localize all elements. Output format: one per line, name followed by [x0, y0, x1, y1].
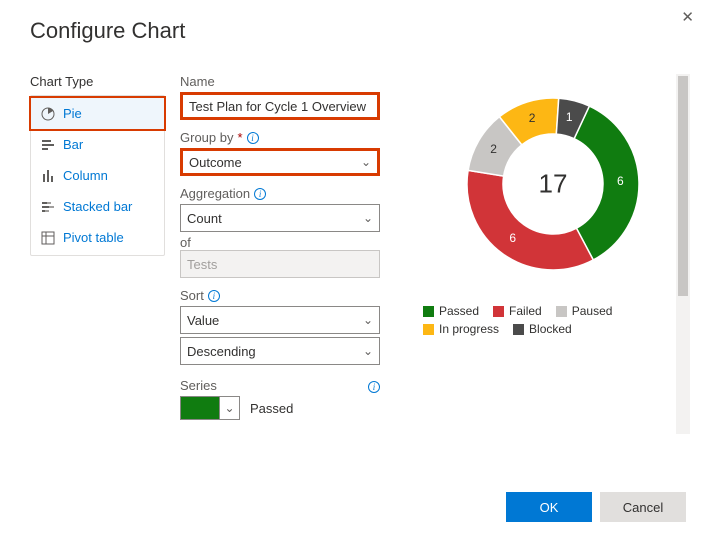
chart-type-pie[interactable]: Pie	[29, 96, 166, 131]
chevron-down-icon: ⌄	[363, 313, 373, 327]
legend-item: Paused	[556, 304, 613, 318]
groupby-label: Group by*i	[180, 130, 400, 145]
legend-swatch	[423, 324, 434, 335]
aggregation-label: Aggregationi	[180, 186, 400, 201]
chart-type-label-stacked: Stacked bar	[63, 199, 132, 214]
stacked-bar-icon	[41, 200, 55, 214]
pie-icon	[41, 107, 55, 121]
name-input[interactable]	[180, 92, 380, 120]
legend-item: In progress	[423, 322, 499, 336]
chart-type-pivot-table[interactable]: Pivot table	[31, 222, 164, 253]
chevron-down-icon: ⌄	[363, 211, 373, 225]
ok-button[interactable]: OK	[506, 492, 592, 522]
legend-label: In progress	[439, 322, 499, 336]
chart-type-bar[interactable]: Bar	[31, 129, 164, 160]
legend-swatch	[423, 306, 434, 317]
chevron-down-icon: ⌄	[219, 397, 239, 419]
info-icon[interactable]: i	[247, 132, 259, 144]
slice-value-label: 6	[509, 231, 516, 245]
color-swatch	[181, 397, 219, 419]
column-icon	[41, 169, 55, 183]
chart-preview: 17 6 6 2 2 1	[453, 84, 653, 284]
chart-type-list: Pie Bar Column	[30, 95, 165, 256]
legend-swatch	[513, 324, 524, 335]
pivot-table-icon	[41, 231, 55, 245]
chart-type-label-pie: Pie	[63, 106, 82, 121]
series-color-select[interactable]: ⌄	[180, 396, 240, 420]
info-icon[interactable]: i	[208, 290, 220, 302]
info-icon[interactable]: i	[368, 381, 380, 393]
series-label: Series	[180, 378, 217, 393]
aggregation-select[interactable]: Count⌄	[180, 204, 380, 232]
legend-swatch	[556, 306, 567, 317]
legend-item: Blocked	[513, 322, 572, 336]
legend-label: Passed	[439, 304, 479, 318]
chart-type-label-bar: Bar	[63, 137, 83, 152]
slice-value-label: 2	[529, 111, 536, 125]
chevron-down-icon: ⌄	[363, 344, 373, 358]
sort-field-select[interactable]: Value⌄	[180, 306, 380, 334]
groupby-select[interactable]: Outcome⌄	[180, 148, 380, 176]
of-select: Tests	[180, 250, 380, 278]
legend-label: Blocked	[529, 322, 572, 336]
series-name: Passed	[250, 401, 293, 416]
donut-slice	[467, 170, 593, 270]
info-icon[interactable]: i	[254, 188, 266, 200]
chart-type-column[interactable]: Column	[31, 160, 164, 191]
of-label: of	[180, 235, 400, 250]
cancel-button[interactable]: Cancel	[600, 492, 686, 522]
slice-value-label: 2	[490, 142, 497, 156]
sort-direction-select[interactable]: Descending⌄	[180, 337, 380, 365]
legend-item: Passed	[423, 304, 479, 318]
name-label: Name	[180, 74, 400, 89]
slice-value-label: 1	[566, 110, 573, 124]
legend-label: Failed	[509, 304, 542, 318]
scrollbar-thumb[interactable]	[678, 76, 688, 296]
bar-icon	[41, 138, 55, 152]
legend-label: Paused	[572, 304, 613, 318]
chart-total: 17	[539, 169, 568, 200]
series-row: ⌄ Passed	[180, 396, 400, 420]
legend-swatch	[493, 306, 504, 317]
chart-type-label-pivot: Pivot table	[63, 230, 124, 245]
sort-label: Sorti	[180, 288, 400, 303]
chart-legend: Passed Failed Paused In progress Blocked	[423, 304, 683, 336]
slice-value-label: 6	[617, 174, 624, 188]
chevron-down-icon: ⌄	[361, 155, 371, 169]
legend-item: Failed	[493, 304, 542, 318]
close-icon[interactable]: ✕	[681, 8, 694, 26]
dialog-title: Configure Chart	[30, 18, 686, 44]
configure-chart-dialog: ✕ Configure Chart Chart Type Pie Bar	[0, 0, 708, 538]
scrollbar[interactable]	[676, 74, 690, 434]
donut-slice	[574, 106, 639, 260]
chart-type-stacked-bar[interactable]: Stacked bar	[31, 191, 164, 222]
chart-type-label-column: Column	[63, 168, 108, 183]
chart-type-label: Chart Type	[30, 74, 170, 89]
